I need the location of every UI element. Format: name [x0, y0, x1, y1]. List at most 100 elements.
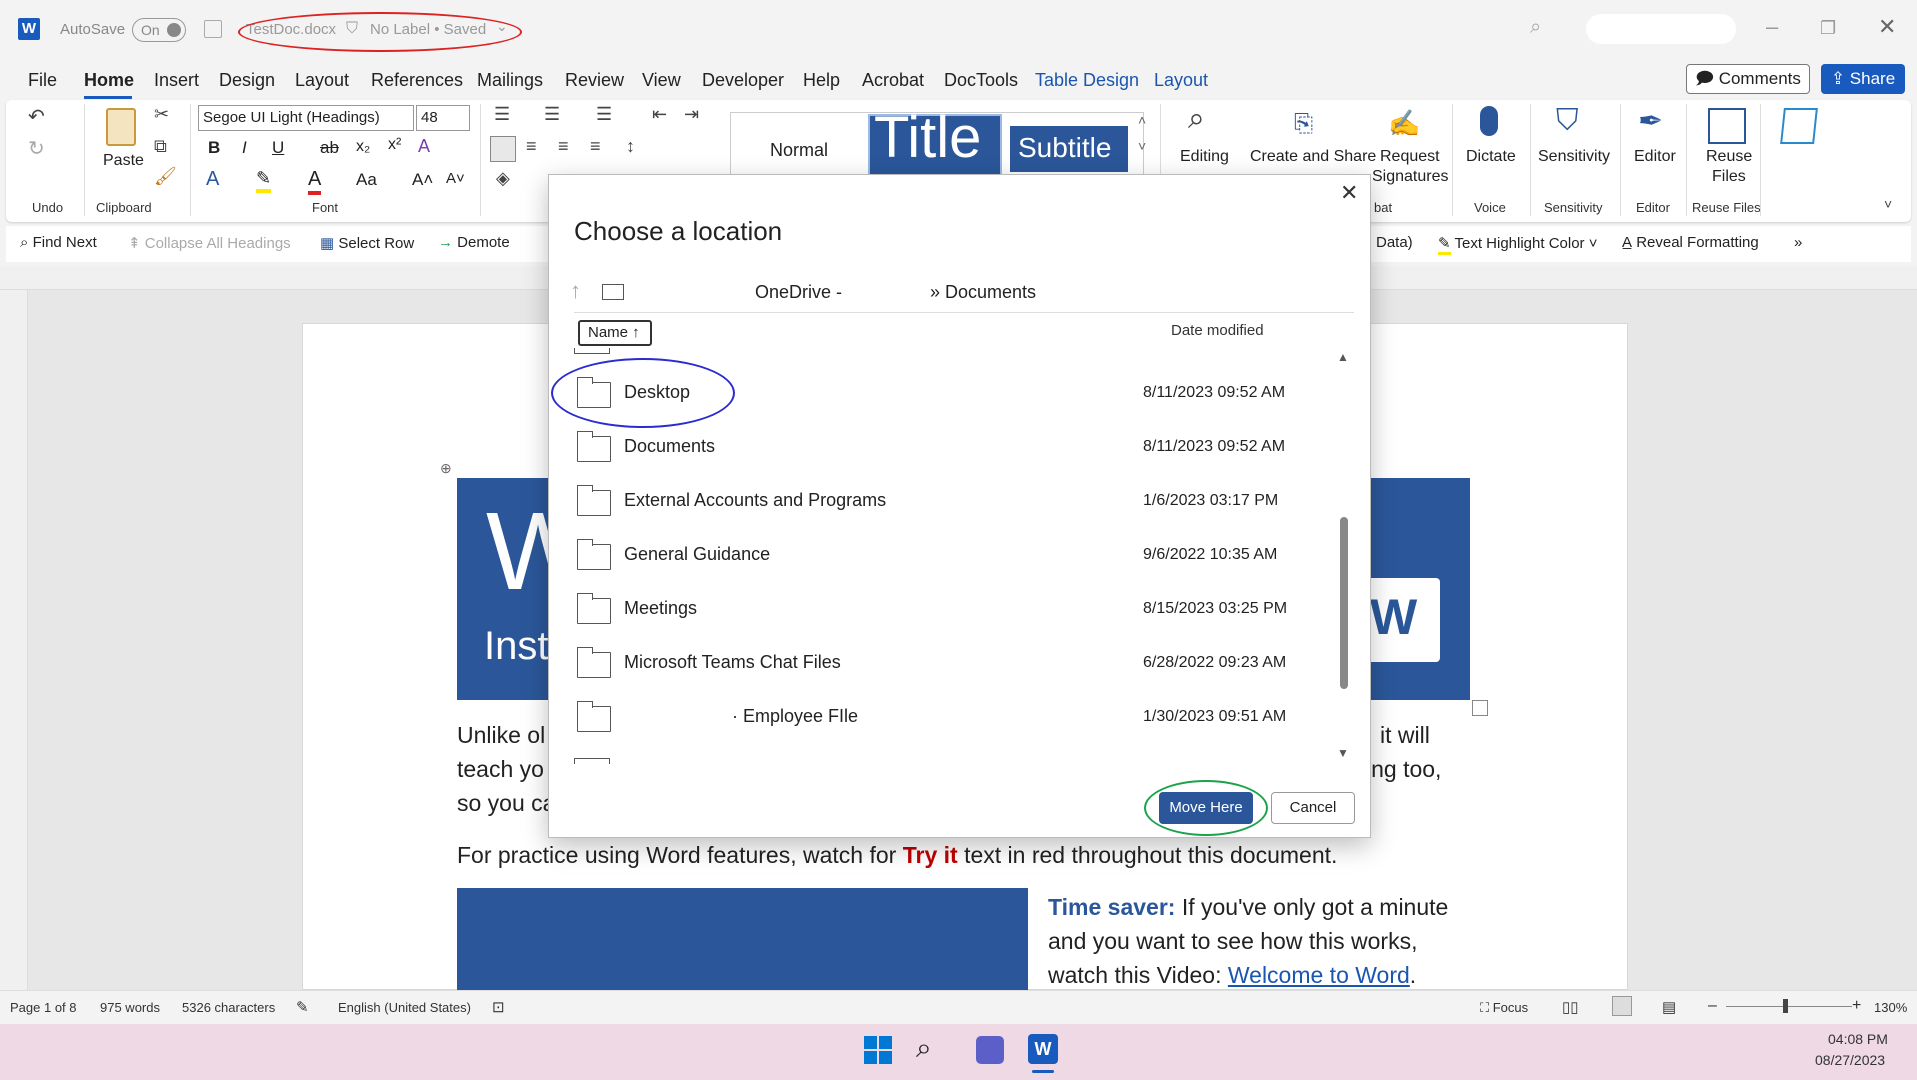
highlight-icon[interactable]: ✎ — [256, 168, 272, 193]
microphone-icon[interactable] — [1480, 106, 1498, 136]
sensitivity-button[interactable]: Sensitivity — [1538, 148, 1610, 166]
web-layout-icon[interactable]: ▤ — [1662, 998, 1676, 1016]
underline-icon[interactable]: U — [272, 138, 284, 158]
teams-icon[interactable] — [976, 1036, 1004, 1064]
menu-layout[interactable]: Layout — [295, 70, 349, 91]
menu-table-design[interactable]: Table Design — [1035, 70, 1139, 91]
multilevel-list-icon[interactable]: ☰ — [596, 104, 612, 125]
print-layout-icon[interactable] — [1612, 996, 1632, 1016]
date-modified-column-header[interactable]: Date modified — [1171, 322, 1264, 339]
name-column-header[interactable]: Name ↑ — [578, 320, 652, 346]
scroll-up-icon[interactable]: ▲ — [1337, 350, 1349, 364]
taskbar-date[interactable]: 08/27/2023 — [1815, 1052, 1885, 1068]
create-share-button[interactable]: Create and Share — [1250, 148, 1376, 166]
folder-row-name[interactable]: External Accounts and Programs — [624, 490, 886, 511]
align-center-icon[interactable]: ≡ — [526, 136, 537, 157]
collapse-ribbon-icon[interactable]: ˅ — [1884, 196, 1892, 212]
windows-start-icon[interactable] — [864, 1036, 892, 1064]
editing-button[interactable]: Editing — [1180, 148, 1229, 166]
signature-icon[interactable]: ✍ — [1388, 108, 1420, 139]
request-signatures-label-2[interactable]: Signatures — [1372, 168, 1449, 186]
editing-search-icon[interactable]: ⌕ — [1188, 102, 1205, 136]
focus-button[interactable]: ⛶ Focus — [1480, 1000, 1528, 1016]
close-icon[interactable]: ✕ — [1878, 14, 1896, 40]
find-next-button[interactable]: ⌕ Find Next — [20, 234, 97, 251]
clear-formatting-icon[interactable]: A — [418, 136, 430, 157]
font-color-icon[interactable]: A — [308, 168, 322, 195]
undo-icon[interactable]: ↶ — [28, 104, 45, 129]
zoom-slider[interactable] — [1726, 1006, 1852, 1007]
language-status[interactable]: English (United States) — [338, 1000, 471, 1015]
text-effects-icon[interactable]: A — [206, 168, 219, 191]
welcome-video-link[interactable]: Welcome to Word — [1228, 962, 1410, 988]
folder-row-name[interactable]: General Guidance — [624, 544, 770, 565]
share-button[interactable]: ⇪ Share — [1821, 64, 1905, 94]
scrollbar-thumb[interactable] — [1340, 517, 1348, 689]
italic-icon[interactable]: I — [242, 138, 247, 158]
editor-pen-icon[interactable]: ✒ — [1638, 104, 1663, 139]
style-normal[interactable]: Normal — [770, 140, 828, 161]
font-size-select[interactable]: 48 — [416, 105, 470, 131]
styles-scroll-down-icon[interactable]: ˅ — [1138, 138, 1146, 154]
autosave-toggle[interactable]: On — [132, 18, 186, 42]
character-count[interactable]: 5326 characters — [182, 1000, 275, 1015]
paste-icon[interactable] — [106, 108, 136, 146]
zoom-in-icon[interactable]: + — [1852, 997, 1861, 1015]
strikethrough-icon[interactable]: ab — [320, 138, 339, 158]
accessibility-icon[interactable]: ⊡ — [492, 998, 505, 1016]
shading-icon[interactable]: ◈ — [496, 168, 510, 189]
menu-references[interactable]: References — [371, 70, 463, 91]
menu-file[interactable]: File — [28, 70, 57, 91]
read-mode-icon[interactable]: ▯▯ — [1562, 998, 1579, 1016]
bold-icon[interactable]: B — [208, 138, 220, 158]
demote-button[interactable]: → Demote — [438, 234, 510, 251]
menu-design[interactable]: Design — [219, 70, 275, 91]
reuse-files-button[interactable]: Reuse — [1706, 148, 1752, 166]
sensitivity-icon[interactable]: ⛉ — [1556, 104, 1579, 138]
zoom-slider-thumb[interactable] — [1783, 999, 1788, 1013]
request-signatures-button[interactable]: Request — [1380, 148, 1440, 166]
font-name-select[interactable]: Segoe UI Light (Headings) — [198, 105, 414, 131]
align-left-icon[interactable] — [490, 136, 516, 162]
decrease-indent-icon[interactable]: ⇤ — [652, 104, 667, 125]
word-taskbar-icon[interactable]: W — [1028, 1034, 1058, 1064]
change-case-icon[interactable]: Aa — [356, 170, 377, 190]
menu-developer[interactable]: Developer — [702, 70, 784, 91]
text-highlight-button[interactable]: ✎ Text Highlight Color ˅ — [1438, 234, 1597, 255]
proofing-icon[interactable]: ✎ — [296, 998, 309, 1016]
folder-row-name[interactable]: Microsoft Teams Chat Files — [624, 652, 841, 673]
bullets-icon[interactable]: ☰ — [494, 104, 510, 125]
folder-row-name[interactable]: · Employee FIle — [732, 706, 858, 727]
subscript-icon[interactable]: x₂ — [356, 138, 370, 156]
collapse-headings-button[interactable]: ⇞ Collapse All Headings — [128, 234, 291, 252]
reuse-files-label-2[interactable]: Files — [1712, 168, 1746, 186]
taskbar-search-icon[interactable]: ⌕ — [916, 1032, 932, 1065]
zoom-level[interactable]: 130% — [1874, 1000, 1907, 1015]
dialog-close-icon[interactable]: ✕ — [1340, 180, 1358, 206]
dictate-button[interactable]: Dictate — [1466, 148, 1516, 166]
search-icon[interactable]: ⌕ — [1530, 16, 1541, 39]
menu-review[interactable]: Review — [565, 70, 624, 91]
save-icon[interactable] — [204, 20, 222, 38]
folder-row-name[interactable]: Documents — [624, 436, 715, 457]
cut-icon[interactable]: ✂ — [154, 104, 169, 125]
increase-indent-icon[interactable]: ⇥ — [684, 104, 699, 125]
format-painter-icon[interactable]: 🖌 — [154, 166, 177, 187]
page-count[interactable]: Page 1 of 8 — [10, 1000, 77, 1015]
table-resize-handle[interactable] — [1472, 700, 1488, 716]
shrink-font-icon[interactable]: A˅ — [446, 170, 465, 187]
editor-button[interactable]: Editor — [1634, 148, 1676, 166]
restore-icon[interactable]: ❐ — [1820, 18, 1836, 39]
menu-insert[interactable]: Insert — [154, 70, 199, 91]
align-right-icon[interactable]: ≡ — [558, 136, 569, 157]
copy-icon[interactable]: ⧉ — [154, 136, 167, 157]
minimize-icon[interactable]: – — [1766, 14, 1778, 40]
styles-scroll-up-icon[interactable]: ˄ — [1138, 112, 1146, 128]
folder-nav-icon[interactable] — [602, 284, 624, 300]
menu-view[interactable]: View — [642, 70, 681, 91]
up-arrow-icon[interactable]: ↑ — [570, 278, 581, 304]
breadcrumb-documents[interactable]: » Documents — [930, 282, 1036, 303]
menu-acrobat[interactable]: Acrobat — [862, 70, 924, 91]
account-area[interactable] — [1586, 14, 1736, 44]
paste-label[interactable]: Paste — [103, 152, 144, 170]
